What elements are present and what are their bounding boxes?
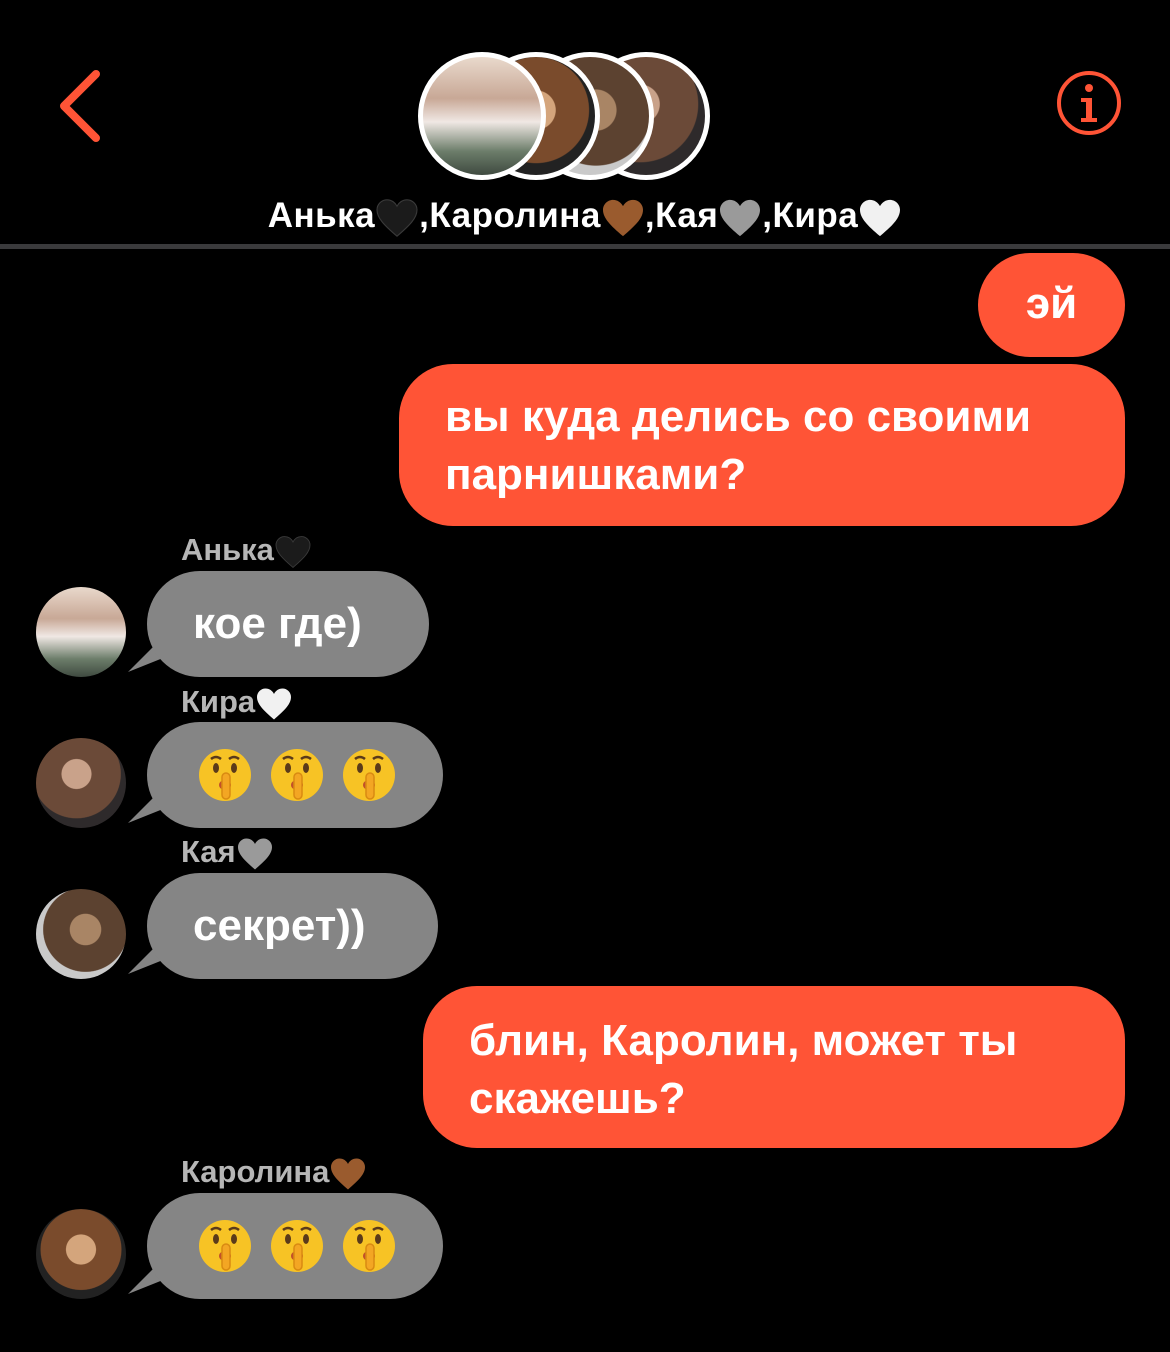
- incoming-message[interactable]: кое где): [147, 571, 429, 677]
- back-button[interactable]: [52, 66, 112, 146]
- group-title[interactable]: Анька ,Каролина ,Кая ,Кира: [0, 196, 1170, 238]
- brown-heart-icon: [331, 1158, 366, 1190]
- shushing-face-icon: [271, 749, 323, 801]
- member-name-3: ,Кая: [644, 196, 719, 235]
- message-text: кое где): [193, 599, 362, 648]
- outgoing-message[interactable]: блин, Каролин, может ты скажешь?: [423, 986, 1125, 1148]
- chevron-left-icon: [60, 70, 100, 142]
- brown-heart-icon: [602, 199, 643, 236]
- incoming-message[interactable]: секрет)): [147, 873, 438, 979]
- group-avatar-stack[interactable]: [418, 52, 718, 190]
- shushing-face-icon: [199, 1220, 251, 1272]
- message-text-line: блин, Каролин, может ты: [469, 1016, 1018, 1065]
- group-chat-screen: Анька ,Каролина ,Кая ,Кира эй вы куда делис…: [0, 0, 1170, 1352]
- member-name-2: ,Каролина: [419, 196, 601, 235]
- avatar-kira[interactable]: [36, 738, 126, 828]
- incoming-message[interactable]: [147, 722, 443, 828]
- avatar-kaya[interactable]: [36, 889, 126, 979]
- avatar-anka[interactable]: [36, 587, 126, 677]
- emoji-row: [197, 722, 443, 828]
- grey-heart-icon: [720, 199, 761, 236]
- outgoing-message[interactable]: эй: [978, 253, 1125, 357]
- black-heart-icon: [376, 199, 418, 237]
- shushing-face-icon: [199, 749, 251, 801]
- avatar-anka: [418, 52, 546, 180]
- info-icon: [1057, 71, 1121, 135]
- message-text-line: вы куда делись со своими: [445, 392, 1032, 441]
- outgoing-message[interactable]: вы куда делись со своими парнишками?: [399, 364, 1125, 526]
- header-divider: [0, 244, 1170, 249]
- sender-name: Кая: [181, 834, 274, 871]
- sender-name: Кира: [181, 684, 293, 721]
- sender-name: Каролина: [181, 1154, 367, 1191]
- sender-name: Анька: [181, 532, 312, 569]
- member-name-4: ,Кира: [762, 196, 859, 235]
- grey-heart-icon: [237, 838, 272, 870]
- incoming-message[interactable]: [147, 1193, 443, 1299]
- avatar-karolina[interactable]: [36, 1209, 126, 1299]
- black-heart-icon: [275, 535, 311, 568]
- message-text: эй: [1025, 279, 1078, 328]
- shushing-face-icon: [343, 1220, 395, 1272]
- white-heart-icon: [860, 199, 901, 236]
- shushing-face-icon: [343, 749, 395, 801]
- info-button[interactable]: [1056, 70, 1122, 136]
- shushing-face-icon: [271, 1220, 323, 1272]
- member-name-1: Анька: [267, 196, 376, 235]
- message-text: секрет)): [193, 901, 366, 950]
- white-heart-icon: [257, 688, 292, 720]
- message-text-line: парнишками?: [445, 450, 747, 499]
- message-text-line: скажешь?: [469, 1074, 686, 1123]
- emoji-row: [197, 1193, 443, 1299]
